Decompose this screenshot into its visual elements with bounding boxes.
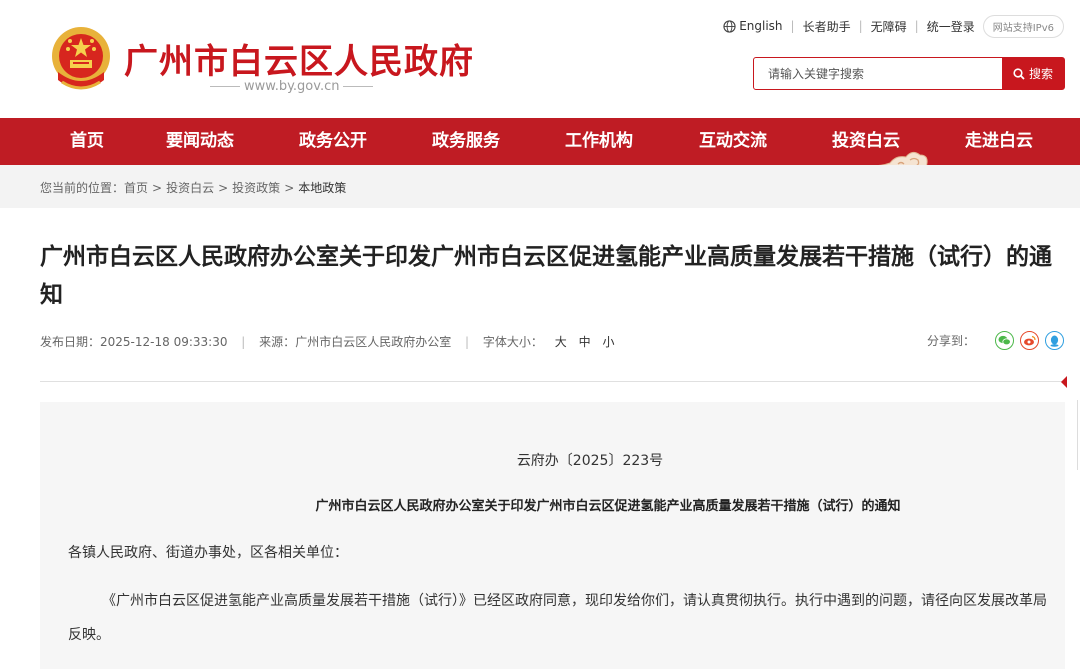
- url-left-rule: [210, 86, 240, 87]
- breadcrumb-separator: >: [284, 181, 295, 195]
- article-meta: 发布日期：2025-12-18 09:33:30 | 来源：广州市白云区人民政府…: [40, 333, 614, 350]
- nav-item-home[interactable]: 首页: [52, 118, 122, 165]
- accessibility-link[interactable]: 无障碍: [871, 18, 907, 35]
- site-url: www.by.gov.cn: [206, 79, 377, 94]
- unified-login-link[interactable]: 统一登录: [927, 18, 975, 35]
- site-title[interactable]: 广州市白云区人民政府: [124, 34, 474, 83]
- nav-item-agencies[interactable]: 工作机构: [554, 118, 644, 165]
- english-link[interactable]: English: [723, 19, 783, 33]
- source-label: 来源：: [259, 335, 296, 349]
- font-size-medium[interactable]: 中: [579, 335, 591, 349]
- site-header: 广州市白云区人民政府 www.by.gov.cn English | 长者助手 …: [0, 0, 1080, 118]
- breadcrumb-invest[interactable]: 投资白云: [166, 181, 214, 195]
- nav-item-about-baiyun[interactable]: 走进白云: [954, 118, 1044, 165]
- source: 广州市白云区人民政府办公室: [295, 335, 452, 349]
- font-size-label: 字体大小：: [482, 335, 543, 349]
- nav-item-gov-affairs-open[interactable]: 政务公开: [288, 118, 378, 165]
- font-size-small[interactable]: 小: [602, 335, 614, 349]
- share-bar: 分享到：: [927, 331, 1064, 350]
- search-input[interactable]: [754, 58, 1000, 89]
- nav-item-news[interactable]: 要闻动态: [155, 118, 245, 165]
- breadcrumb-bar: 您当前的位置：首页 > 投资白云 > 投资政策 > 本地政策: [0, 165, 1080, 208]
- breadcrumb-home[interactable]: 首页: [124, 181, 148, 195]
- weibo-icon[interactable]: [1020, 331, 1039, 350]
- search-button[interactable]: 搜索: [1002, 58, 1064, 89]
- breadcrumb-current: 本地政策: [298, 181, 347, 195]
- qq-icon[interactable]: [1045, 331, 1064, 350]
- separator: |: [465, 335, 470, 349]
- breadcrumb-invest-policy[interactable]: 投资政策: [232, 181, 280, 195]
- search-icon: [1013, 67, 1025, 80]
- breadcrumb-separator: >: [152, 181, 163, 195]
- site-url-text: www.by.gov.cn: [244, 79, 340, 94]
- search-box: 搜索: [753, 57, 1065, 90]
- document-number: 云府办〔2025〕223号: [516, 453, 664, 469]
- article-content: 云府办〔2025〕223号 广州市白云区人民政府办公室关于印发广州市白云区促进氢…: [40, 402, 1065, 669]
- national-emblem-icon: [46, 24, 116, 96]
- search-button-label: 搜索: [1028, 67, 1053, 81]
- separator: |: [858, 19, 863, 33]
- body-paragraph: 《广州市白云区促进氢能产业高质量发展若干措施（试行）》已经区政府同意，现印发给你…: [68, 593, 1047, 643]
- url-right-rule: [343, 86, 374, 87]
- document-title: 广州市白云区人民政府办公室关于印发广州市白云区促进氢能产业高质量发展若干措施（试…: [315, 499, 901, 514]
- font-size-large[interactable]: 大: [555, 335, 567, 349]
- globe-icon: [723, 20, 736, 33]
- article-title: 广州市白云区人民政府办公室关于印发广州市白云区促进氢能产业高质量发展若干措施（试…: [40, 244, 1052, 308]
- breadcrumb-prefix: 您当前的位置：: [40, 181, 125, 195]
- separator: |: [914, 19, 919, 33]
- wechat-icon[interactable]: [995, 331, 1014, 350]
- breadcrumb: 您当前的位置：首页 > 投资白云 > 投资政策 > 本地政策: [40, 179, 346, 196]
- separator: |: [790, 19, 795, 33]
- nav-item-gov-services[interactable]: 政务服务: [421, 118, 511, 165]
- breadcrumb-separator: >: [218, 181, 229, 195]
- salutation: 各镇人民政府、街道办事处，区各相关单位：: [68, 545, 348, 561]
- separator: |: [241, 335, 246, 349]
- top-links: English | 长者助手 | 无障碍 | 统一登录 网站支持IPv6: [723, 13, 1064, 39]
- elder-helper-link[interactable]: 长者助手: [803, 18, 851, 35]
- publish-date-label: 发布日期：: [40, 335, 101, 349]
- english-label: English: [739, 19, 783, 33]
- title-divider: [40, 381, 1065, 382]
- publish-date: 2025-12-18 09:33:30: [100, 335, 228, 349]
- nav-item-interaction[interactable]: 互动交流: [688, 118, 778, 165]
- share-label: 分享到：: [926, 334, 975, 348]
- collapse-arrow-icon[interactable]: [1061, 376, 1067, 388]
- ipv6-badge: 网站支持IPv6: [982, 14, 1064, 38]
